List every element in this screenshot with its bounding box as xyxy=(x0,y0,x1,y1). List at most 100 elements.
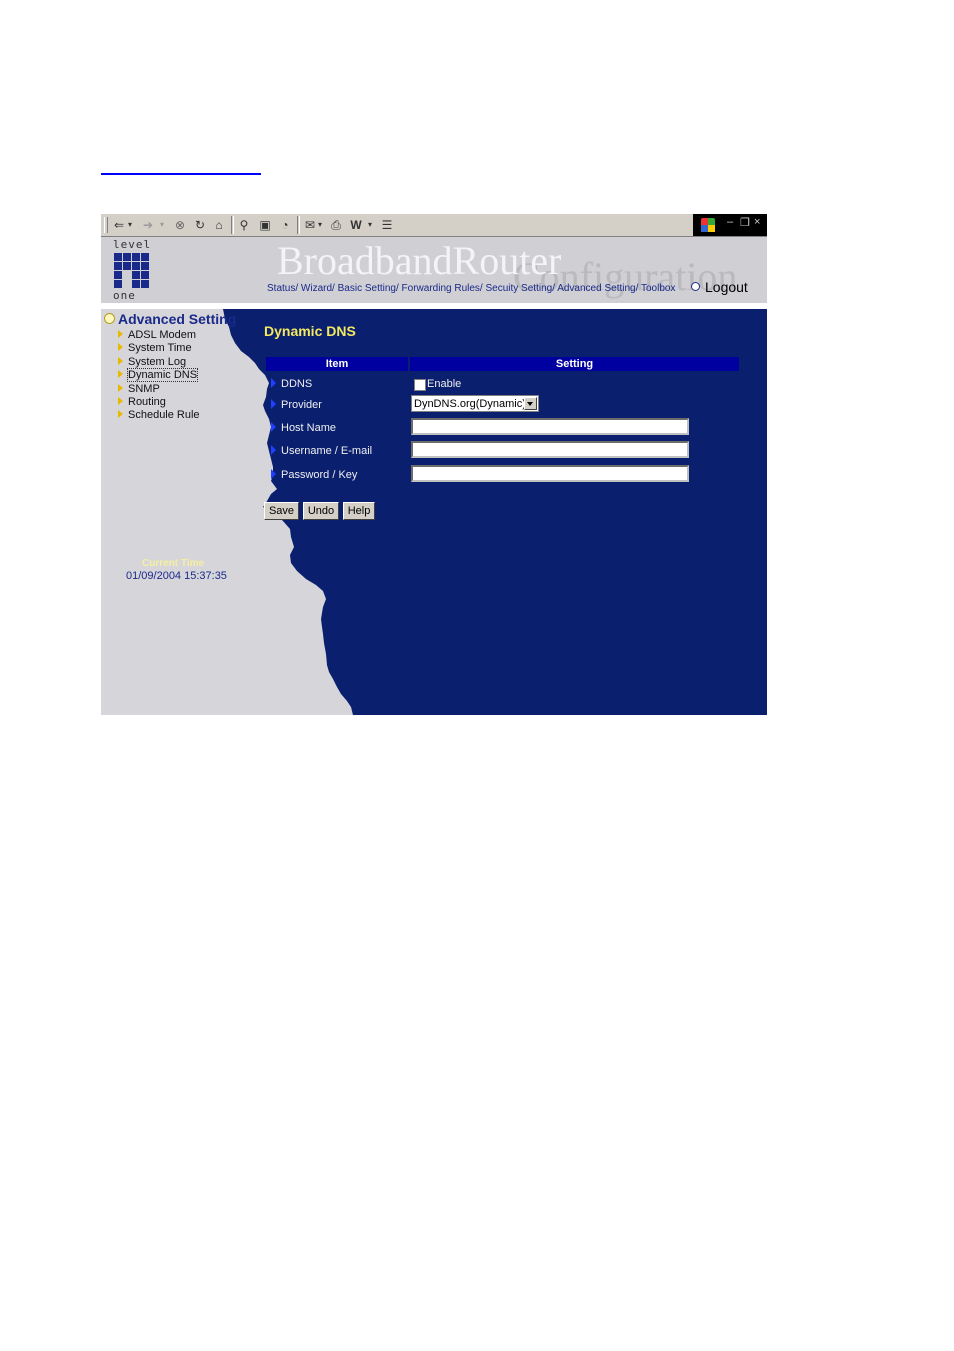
nav-toolbox[interactable]: Toolbox xyxy=(641,283,675,294)
sidebar-title[interactable]: Advanced Setting xyxy=(104,311,236,327)
row-label-text: Username / E-mail xyxy=(281,445,373,457)
password-input[interactable] xyxy=(411,465,689,482)
document-link-underline[interactable] xyxy=(101,173,261,175)
row-label-username: Username / E-mail xyxy=(271,445,372,457)
save-button[interactable]: Save xyxy=(264,502,299,520)
menu-arrow-icon xyxy=(118,410,123,419)
window-controls: – ❐ × xyxy=(693,214,767,236)
menu-arrow-icon xyxy=(118,343,123,352)
sidebar-item-snmp[interactable]: SNMP xyxy=(118,383,236,396)
row-label-provider: Provider xyxy=(271,399,322,411)
logo-text-top: level xyxy=(113,238,152,251)
top-nav: Status/ Wizard/ Basic Setting/ Forwardin… xyxy=(267,283,675,294)
row-arrow-icon xyxy=(271,422,276,432)
logout-bullet-icon xyxy=(691,282,700,291)
levelone-logo: level one xyxy=(113,239,153,301)
logo-text-bottom: one xyxy=(113,289,136,302)
sidebar-item-label: ADSL Modem xyxy=(128,329,197,341)
stop-icon[interactable]: ⊗ xyxy=(173,217,187,233)
sidebar-item-label: Schedule Rule xyxy=(128,409,200,422)
sidebar-item-label: SNMP xyxy=(128,382,160,395)
logout-label: Logout xyxy=(705,279,748,295)
sidebar-item-routing[interactable]: Routing xyxy=(118,396,236,409)
row-arrow-icon xyxy=(271,399,276,409)
ddns-enable-label[interactable]: Enable xyxy=(427,378,461,390)
menu-arrow-icon xyxy=(118,370,123,379)
nav-forwarding-rules[interactable]: Forwarding Rules/ xyxy=(402,283,483,294)
column-header-item: Item xyxy=(266,357,408,371)
row-label-text: Host Name xyxy=(281,422,337,434)
restore-button[interactable]: ❐ xyxy=(740,216,750,229)
sidebar-item-label: System Time xyxy=(128,342,192,355)
help-button[interactable]: Help xyxy=(343,502,375,520)
logout-link[interactable]: Logout xyxy=(691,279,748,295)
mail-dropdown-icon[interactable]: ▾ xyxy=(317,217,323,233)
column-header-setting: Setting xyxy=(410,357,739,371)
minimize-button[interactable]: – xyxy=(727,216,733,228)
row-label-text: DDNS xyxy=(281,378,313,390)
row-label-text: Provider xyxy=(281,399,322,411)
page-title: Dynamic DNS xyxy=(264,323,356,339)
brand-title: BroadbandRouter xyxy=(277,238,562,283)
edit-icon[interactable]: W xyxy=(349,217,363,233)
nav-basic-setting[interactable]: Basic Setting/ xyxy=(338,283,399,294)
ddns-enable-checkbox[interactable] xyxy=(414,379,426,391)
current-time-label: Current Time xyxy=(142,558,205,569)
sidebar-title-label: Advanced Setting xyxy=(118,311,237,327)
nav-security-setting[interactable]: Secuity Setting/ xyxy=(485,283,554,294)
history-icon[interactable]: ◔ xyxy=(278,217,292,233)
provider-select[interactable]: DynDNS.org(Dynamic) xyxy=(411,395,539,412)
toolbar-separator xyxy=(297,216,300,234)
sidebar-item-label: Routing xyxy=(128,396,166,409)
browser-screenshot: ⇐ ▾ ➔ ▾ ⊗ ↻ ⌂ ⚲ ▣ ◔ ✉ ▾ ⎙ W ▾ ☰ – ❐ × le… xyxy=(101,214,767,715)
sidebar-item-schedule-rule[interactable]: Schedule Rule xyxy=(118,409,236,422)
router-header: level one Configuration BroadbandRouter … xyxy=(101,237,767,303)
windows-logo-icon xyxy=(701,218,715,232)
sidebar: Advanced Setting ADSL Modem System Time … xyxy=(104,311,236,423)
menu-arrow-icon xyxy=(118,330,123,338)
sidebar-item-dynamic-dns[interactable]: Dynamic DNS xyxy=(118,368,236,383)
row-label-host-name: Host Name xyxy=(271,422,336,434)
row-label-ddns: DDNS xyxy=(271,378,312,390)
browser-toolbar: ⇐ ▾ ➔ ▾ ⊗ ↻ ⌂ ⚲ ▣ ◔ ✉ ▾ ⎙ W ▾ ☰ – ❐ × xyxy=(101,214,767,237)
username-input[interactable] xyxy=(411,441,689,458)
undo-button[interactable]: Undo xyxy=(303,502,339,520)
toolbar-grip[interactable] xyxy=(104,217,108,233)
forward-dropdown-icon[interactable]: ▾ xyxy=(159,217,165,233)
nav-wizard[interactable]: Wizard/ xyxy=(301,283,335,294)
sidebar-menu: ADSL Modem System Time System Log Dynami… xyxy=(118,329,236,423)
menu-arrow-icon xyxy=(118,397,123,406)
nav-advanced-setting[interactable]: Advanced Setting/ xyxy=(557,283,638,294)
row-arrow-icon xyxy=(271,378,276,388)
sidebar-item-system-log[interactable]: System Log xyxy=(118,356,236,369)
logo-grid-icon xyxy=(113,252,149,288)
mail-icon[interactable]: ✉ xyxy=(303,217,317,233)
toolbar-separator xyxy=(231,216,234,234)
refresh-icon[interactable]: ↻ xyxy=(193,217,207,233)
sidebar-item-adsl-modem[interactable]: ADSL Modem xyxy=(118,329,236,342)
back-icon[interactable]: ⇐ xyxy=(113,217,125,233)
menu-arrow-icon xyxy=(118,383,123,392)
sidebar-item-label: Dynamic DNS xyxy=(126,368,199,383)
content-area: Advanced Setting ADSL Modem System Time … xyxy=(101,309,767,715)
chevron-down-icon[interactable] xyxy=(524,397,537,410)
print-icon[interactable]: ⎙ xyxy=(329,217,343,233)
forward-icon[interactable]: ➔ xyxy=(141,217,155,233)
favorites-icon[interactable]: ▣ xyxy=(258,217,272,233)
nav-status[interactable]: Status/ xyxy=(267,283,298,294)
provider-selected-value: DynDNS.org(Dynamic) xyxy=(414,398,526,410)
section-bullet-icon xyxy=(104,313,115,324)
home-icon[interactable]: ⌂ xyxy=(212,217,226,233)
close-button[interactable]: × xyxy=(754,216,760,228)
row-label-text: Password / Key xyxy=(281,469,358,481)
sidebar-item-label: System Log xyxy=(128,355,187,368)
row-arrow-icon xyxy=(271,445,276,455)
search-icon[interactable]: ⚲ xyxy=(237,217,251,233)
discuss-icon[interactable]: ☰ xyxy=(380,217,394,233)
current-time-value: 01/09/2004 15:37:35 xyxy=(126,570,227,582)
back-dropdown-icon[interactable]: ▾ xyxy=(127,217,133,233)
menu-arrow-icon xyxy=(118,356,123,365)
sidebar-item-system-time[interactable]: System Time xyxy=(118,342,236,355)
edit-dropdown-icon[interactable]: ▾ xyxy=(367,217,373,233)
host-name-input[interactable] xyxy=(411,418,689,435)
